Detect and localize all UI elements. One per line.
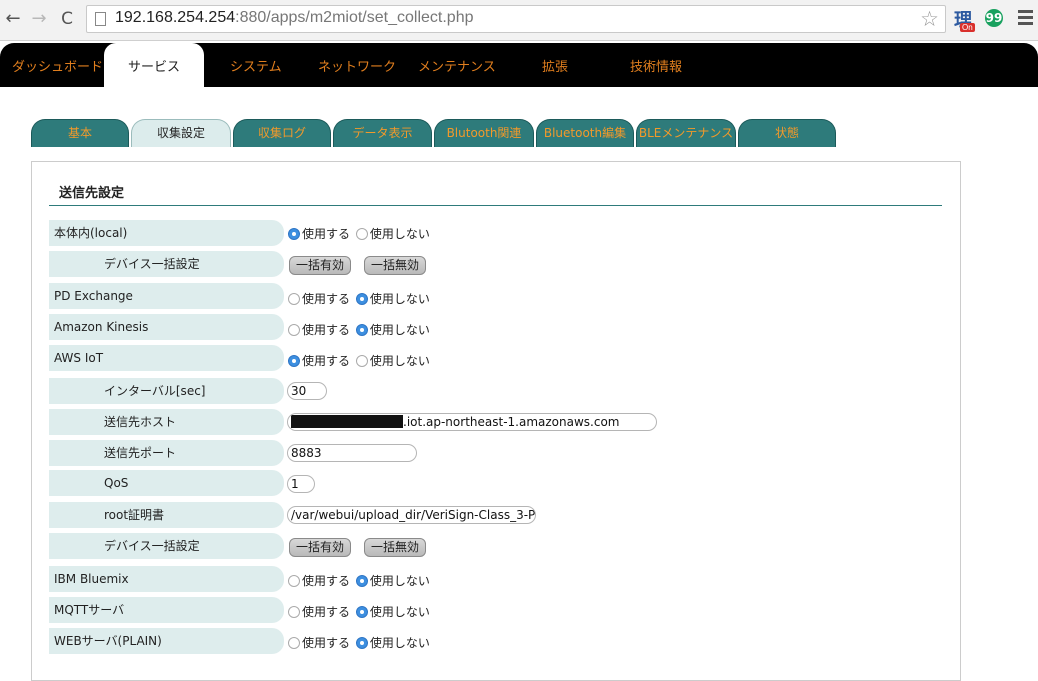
aws-disable-all-button[interactable]: 一括無効 — [364, 538, 427, 557]
radio-group-local: 使用する 使用しない — [288, 225, 432, 243]
host-input[interactable]: .iot.ap-northeast-1.amazonaws.com — [287, 413, 657, 431]
tab-collect-settings[interactable]: 収集設定 — [131, 119, 231, 147]
host-value: .iot.ap-northeast-1.amazonaws.com — [403, 415, 620, 429]
radio-aws-use[interactable] — [288, 354, 300, 367]
aws-enable-all-button[interactable]: 一括有効 — [289, 538, 352, 557]
nav-system[interactable]: システム — [230, 43, 282, 87]
radio-kinesis-nouse[interactable] — [355, 323, 368, 336]
row-label-interval: インターバル[sec] — [49, 378, 284, 404]
radio-label-use: 使用する — [302, 292, 351, 306]
back-arrow-icon[interactable]: ← — [2, 8, 24, 30]
redacted-hostname-block — [291, 415, 403, 428]
radio-ibm-use[interactable] — [288, 574, 300, 587]
radio-label-use: 使用する — [302, 574, 351, 588]
radio-label-nouse: 使用しない — [369, 636, 430, 650]
bookmark-star-icon[interactable]: ☆ — [920, 7, 939, 31]
forward-arrow-icon[interactable]: → — [28, 8, 50, 30]
radio-label-nouse: 使用しない — [369, 292, 430, 306]
radio-web-use[interactable] — [288, 636, 300, 649]
section-divider — [49, 205, 942, 206]
row-label-ibm: IBM Bluemix — [49, 566, 284, 592]
page-icon — [95, 12, 106, 26]
interval-input[interactable]: 30 — [287, 382, 327, 400]
row-label-aws-iot: AWS IoT — [49, 345, 284, 371]
radio-group-web-plain: 使用する 使用しない — [288, 634, 432, 652]
row-label-local: 本体内(local) — [49, 220, 284, 246]
tab-bluetooth-edit[interactable]: Bluetooth編集 — [536, 119, 634, 147]
row-label-web-plain: WEBサーバ(PLAIN) — [49, 628, 284, 654]
row-label-root-cert: root証明書 — [49, 502, 284, 528]
radio-ibm-nouse[interactable] — [355, 574, 368, 587]
tab-basic[interactable]: 基本 — [31, 119, 129, 147]
port-input[interactable]: 8883 — [287, 444, 417, 462]
row-label-mqtt: MQTTサーバ — [49, 597, 284, 623]
browser-toolbar: ← → C 192.168.254.254:880/apps/m2miot/se… — [0, 0, 1038, 41]
radio-aws-nouse[interactable] — [355, 354, 368, 367]
radio-label-nouse: 使用しない — [369, 605, 430, 619]
section-title: 送信先設定 — [59, 186, 125, 201]
radio-mqtt-nouse[interactable] — [355, 605, 368, 618]
row-label-aws-device: デバイス一括設定 — [49, 533, 284, 559]
tab-ble-maintenance[interactable]: BLEメンテナンス — [636, 119, 736, 147]
radio-label-nouse: 使用しない — [369, 354, 430, 368]
local-disable-all-button[interactable]: 一括無効 — [364, 256, 427, 275]
radio-label-nouse: 使用しない — [369, 574, 430, 588]
radio-label-use: 使用する — [302, 605, 351, 619]
radio-mqtt-use[interactable] — [288, 605, 300, 618]
row-label-host: 送信先ホスト — [49, 409, 284, 435]
rikaikun-badge: On — [960, 23, 975, 32]
radio-label-use: 使用する — [302, 227, 351, 241]
radio-web-nouse[interactable] — [355, 636, 368, 649]
nav-extension[interactable]: 拡張 — [542, 43, 568, 87]
main-nav: ダッシュボード サービス システム ネットワーク メンテナンス 拡張 技術情報 — [0, 43, 1038, 87]
row-label-local-device: デバイス一括設定 — [49, 251, 284, 277]
nav-service[interactable]: サービス — [104, 43, 204, 87]
tab-bluetooth-related[interactable]: Blutooth関連 — [434, 119, 534, 147]
url-text[interactable]: 192.168.254.254:880/apps/m2miot/set_coll… — [115, 9, 473, 27]
radio-local-nouse[interactable] — [355, 227, 368, 240]
row-label-port: 送信先ポート — [49, 440, 284, 466]
nav-dashboard[interactable]: ダッシュボード — [12, 43, 103, 87]
nav-network[interactable]: ネットワーク — [318, 43, 396, 87]
radio-label-use: 使用する — [302, 354, 351, 368]
tab-collect-log[interactable]: 収集ログ — [233, 119, 331, 147]
radio-label-use: 使用する — [302, 323, 351, 337]
root-cert-input[interactable]: /var/webui/upload_dir/VeriSign-Class_3-P… — [287, 506, 536, 524]
tab-status[interactable]: 状態 — [738, 119, 836, 147]
radio-label-nouse: 使用しない — [369, 323, 430, 337]
url-path: :880/apps/m2miot/set_collect.php — [235, 9, 474, 26]
row-label-kinesis: Amazon Kinesis — [49, 314, 284, 340]
radio-pd-use[interactable] — [288, 292, 300, 305]
qos-input[interactable]: 1 — [287, 475, 315, 493]
nav-tech-info[interactable]: 技術情報 — [630, 43, 682, 87]
row-label-pd-exchange: PD Exchange — [49, 283, 284, 309]
rikaikun-extension-icon[interactable]: 理 On — [952, 6, 980, 34]
radio-label-nouse: 使用しない — [369, 227, 430, 241]
radio-local-use[interactable] — [288, 227, 300, 240]
radio-group-kinesis: 使用する 使用しない — [288, 321, 432, 339]
reload-icon[interactable]: C — [56, 8, 78, 30]
local-enable-all-button[interactable]: 一括有効 — [289, 256, 352, 275]
radio-group-mqtt: 使用する 使用しない — [288, 603, 432, 621]
radio-label-use: 使用する — [302, 636, 351, 650]
radio-kinesis-use[interactable] — [288, 323, 300, 336]
nav-maintenance[interactable]: メンテナンス — [418, 43, 496, 87]
row-label-qos: QoS — [49, 470, 284, 496]
radio-group-pd-exchange: 使用する 使用しない — [288, 290, 432, 308]
radio-group-aws-iot: 使用する 使用しない — [288, 352, 432, 370]
url-host: 192.168.254.254 — [115, 9, 236, 26]
hangouts-extension-icon[interactable]: 99 — [985, 9, 1003, 27]
radio-group-ibm: 使用する 使用しない — [288, 572, 432, 590]
address-bar[interactable]: 192.168.254.254:880/apps/m2miot/set_coll… — [86, 5, 946, 33]
browser-menu-icon[interactable] — [1018, 10, 1033, 28]
tab-data-display[interactable]: データ表示 — [333, 119, 432, 147]
radio-pd-nouse[interactable] — [355, 292, 368, 305]
